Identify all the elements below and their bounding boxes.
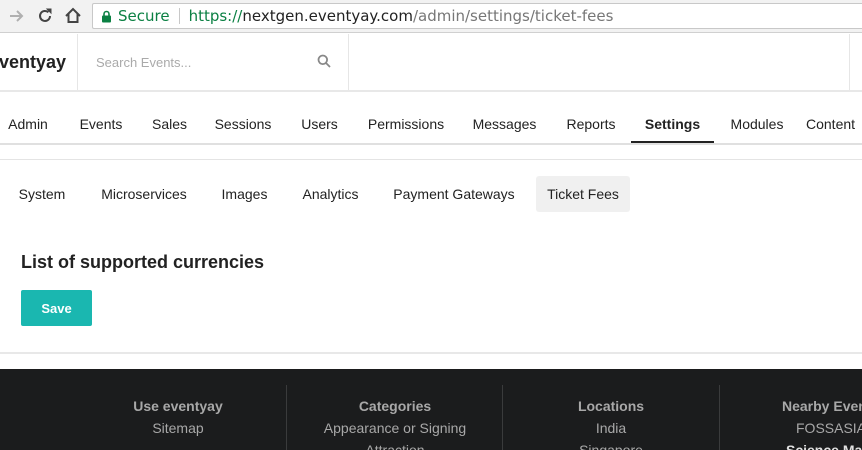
tab-images[interactable]: Images bbox=[214, 176, 275, 212]
nav-item-admin[interactable]: Admin bbox=[0, 92, 56, 143]
brand-text: eventyay bbox=[0, 51, 67, 72]
footer-divider bbox=[502, 385, 503, 450]
content-bottom-border bbox=[0, 352, 862, 354]
admin-nav: Admin Events Sales Sessions Users Permis… bbox=[0, 92, 862, 145]
footer: Use eventyay Sitemap Categories Appearan… bbox=[0, 369, 862, 450]
tab-analytics[interactable]: Analytics bbox=[293, 176, 368, 212]
url-scheme: https:// bbox=[188, 7, 243, 25]
tab-microservices[interactable]: Microservices bbox=[90, 176, 198, 212]
url-path: /admin/settings/ticket-fees bbox=[412, 7, 614, 25]
footer-link-science-ma[interactable]: Science Ma bbox=[786, 442, 862, 450]
forward-arrow-icon[interactable] bbox=[7, 6, 27, 26]
page-title: List of supported currencies bbox=[21, 252, 265, 272]
tab-ticket-fees[interactable]: Ticket Fees bbox=[536, 176, 630, 212]
nav-item-modules[interactable]: Modules bbox=[722, 92, 792, 143]
app-header: eventyay bbox=[0, 34, 862, 92]
footer-divider bbox=[286, 385, 287, 450]
nav-item-sales[interactable]: Sales bbox=[145, 92, 194, 143]
save-button[interactable]: Save bbox=[21, 290, 92, 326]
footer-column-nearby-events: Nearby Events FOSSASIA Science Ma bbox=[782, 385, 862, 450]
header-right-edge bbox=[849, 34, 862, 90]
tab-system[interactable]: System bbox=[12, 176, 72, 212]
footer-link-attraction[interactable]: Attraction bbox=[300, 442, 490, 450]
footer-column-categories: Categories Appearance or Signing Attract… bbox=[300, 385, 490, 450]
footer-link-sitemap[interactable]: Sitemap bbox=[100, 420, 256, 436]
footer-heading: Locations bbox=[577, 398, 645, 414]
reload-icon[interactable] bbox=[35, 6, 55, 26]
section-divider bbox=[0, 159, 862, 160]
tab-payment-gateways[interactable]: Payment Gateways bbox=[386, 176, 522, 212]
footer-link-singapore[interactable]: Singapore bbox=[540, 442, 682, 450]
lock-icon bbox=[101, 10, 112, 23]
footer-heading: Nearby Events bbox=[782, 398, 862, 414]
nav-item-content[interactable]: Content bbox=[806, 92, 862, 143]
footer-link-india[interactable]: India bbox=[540, 420, 682, 436]
url-host: nextgen.eventyay.com bbox=[242, 7, 413, 25]
secure-label: Secure bbox=[118, 7, 170, 25]
address-bar[interactable]: Secure https://nextgen.eventyay.com/admi… bbox=[92, 3, 862, 29]
footer-heading: Categories bbox=[358, 398, 432, 414]
footer-divider bbox=[719, 385, 720, 450]
url-separator bbox=[178, 8, 180, 24]
search-input[interactable] bbox=[79, 34, 309, 90]
nav-item-permissions[interactable]: Permissions bbox=[360, 92, 452, 143]
browser-toolbar: Secure https://nextgen.eventyay.com/admi… bbox=[0, 0, 862, 33]
nav-item-events[interactable]: Events bbox=[71, 92, 131, 143]
footer-column-locations: Locations India Singapore bbox=[540, 385, 682, 450]
footer-column-use-eventyay: Use eventyay Sitemap bbox=[100, 385, 256, 436]
nav-item-messages[interactable]: Messages bbox=[466, 92, 543, 143]
footer-link-fossasia[interactable]: FOSSASIA bbox=[796, 420, 862, 436]
nav-item-users[interactable]: Users bbox=[292, 92, 347, 143]
footer-heading: Use eventyay bbox=[133, 398, 223, 414]
footer-link-appearance-or-signing[interactable]: Appearance or Signing bbox=[300, 420, 490, 436]
search-box bbox=[79, 34, 349, 90]
brand-logo[interactable]: eventyay bbox=[0, 34, 78, 90]
nav-item-reports[interactable]: Reports bbox=[558, 92, 624, 143]
nav-item-settings[interactable]: Settings bbox=[631, 92, 714, 143]
nav-item-sessions[interactable]: Sessions bbox=[208, 92, 278, 143]
search-icon[interactable] bbox=[317, 54, 331, 73]
home-icon[interactable] bbox=[63, 6, 83, 26]
